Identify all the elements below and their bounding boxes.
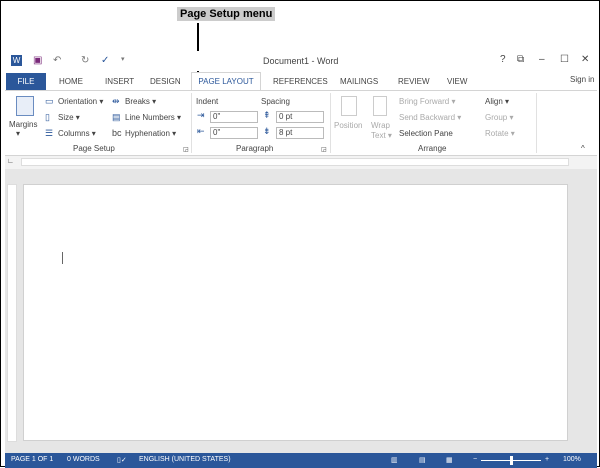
hyphenation-icon: bc [112,128,122,138]
proofing-icon[interactable]: ▯✓ [117,456,127,464]
spelling-icon[interactable]: ✓ [101,55,109,66]
ruler-track[interactable] [21,158,569,166]
zoom-in-button[interactable]: + [545,456,549,463]
selection-pane-button[interactable]: Selection Pane [399,129,453,138]
spacing-before-input[interactable]: 0 pt [276,111,324,123]
indent-left-input[interactable]: 0" [210,111,258,123]
page-setup-group-label: Page Setup [73,144,115,153]
hyphenation-button[interactable]: Hyphenation ▾ [125,129,176,138]
arrange-group-label: Arrange [418,144,447,153]
collapse-ribbon-icon[interactable]: ^ [581,144,585,153]
spacing-after-input[interactable]: 8 pt [276,127,324,139]
tab-references[interactable]: REFERENCES [269,73,332,90]
bring-forward-button[interactable]: Bring Forward ▾ [399,97,455,106]
wrap-text-button[interactable]: Wrap [371,121,390,130]
tab-page-layout[interactable]: PAGE LAYOUT [191,72,261,91]
indent-right-input[interactable]: 0" [210,127,258,139]
tab-home[interactable]: HOME [55,73,87,90]
page-count[interactable]: PAGE 1 OF 1 [11,456,53,463]
spacing-label: Spacing [261,97,290,106]
paragraph-launcher-icon[interactable]: ◲ [321,146,327,153]
spacing-after-icon: ⇟ [263,126,271,136]
size-button[interactable]: Size ▾ [58,113,80,122]
word-logo-icon: W [11,55,22,66]
columns-button[interactable]: Columns ▾ [58,129,96,138]
wrap-text-dropdown[interactable]: Text ▾ [371,131,392,140]
paragraph-group-label: Paragraph [236,144,274,153]
zoom-level[interactable]: 100% [563,456,581,463]
size-icon: ▯ [45,112,50,122]
margins-button[interactable]: Margins [9,120,37,129]
indent-right-icon: ⇤ [197,126,205,136]
orientation-icon: ▭ [45,96,54,106]
position-icon [341,96,357,116]
text-cursor [62,252,63,264]
margins-icon [16,96,34,116]
minimize-button[interactable]: – [539,54,545,65]
line-numbers-icon: ▤ [112,112,121,122]
breaks-icon: ⇹ [112,96,120,106]
send-backward-button[interactable]: Send Backward ▾ [399,113,461,122]
group-button[interactable]: Group ▾ [485,113,513,122]
tab-insert[interactable]: INSERT [101,73,138,90]
orientation-button[interactable]: Orientation ▾ [58,97,103,106]
read-mode-icon[interactable]: ▥ [391,456,398,464]
sign-in-link[interactable]: Sign in [566,71,598,88]
vertical-ruler [7,184,17,442]
columns-icon: ☰ [45,128,54,138]
help-button[interactable]: ? [500,54,506,65]
page-setup-launcher-icon[interactable]: ◲ [183,146,189,153]
tab-selector-icon[interactable]: ∟ [7,158,14,165]
close-button[interactable]: ✕ [581,54,589,65]
ribbon-display-button[interactable]: ⧉ [517,54,524,65]
document-page[interactable] [23,184,568,441]
align-button[interactable]: Align ▾ [485,97,509,106]
breaks-button[interactable]: Breaks ▾ [125,97,156,106]
tab-file[interactable]: FILE [6,73,46,90]
customize-qat-icon[interactable]: ▾ [121,55,125,63]
undo-icon[interactable]: ↶ [53,55,61,66]
annotation-label: Page Setup menu [177,7,276,21]
save-icon[interactable]: ▣ [33,55,42,66]
redo-icon[interactable]: ↻ [81,55,89,66]
wrap-text-icon [373,96,387,116]
indent-label: Indent [196,97,219,106]
line-numbers-button[interactable]: Line Numbers ▾ [125,113,181,122]
zoom-slider-thumb[interactable] [510,456,513,465]
word-count[interactable]: 0 WORDS [67,456,100,463]
indent-left-icon: ⇥ [197,110,205,120]
rotate-button[interactable]: Rotate ▾ [485,129,515,138]
tab-review[interactable]: REVIEW [394,73,434,90]
maximize-button[interactable]: ☐ [560,54,569,65]
window-title: Document1 - Word [263,56,339,66]
print-layout-icon[interactable]: ▤ [419,456,426,464]
tab-mailings[interactable]: MAILINGS [336,73,382,90]
tab-view[interactable]: VIEW [443,73,471,90]
spacing-before-icon: ⇞ [263,110,271,120]
position-button[interactable]: Position [334,121,362,130]
web-layout-icon[interactable]: ▦ [446,456,453,464]
tab-design[interactable]: DESIGN [146,73,185,90]
zoom-out-button[interactable]: − [473,456,477,463]
language-indicator[interactable]: ENGLISH (UNITED STATES) [139,456,231,463]
